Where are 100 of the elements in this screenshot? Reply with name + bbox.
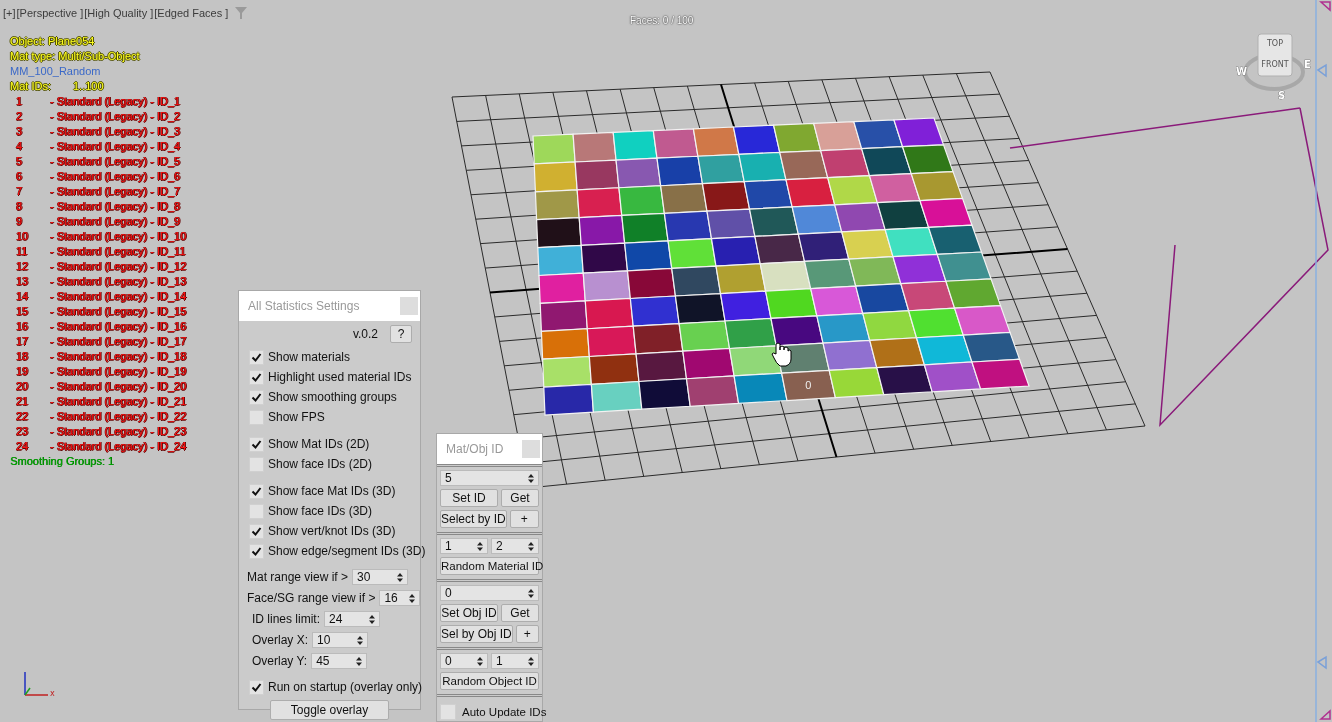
checkbox[interactable] bbox=[249, 543, 264, 559]
checkbox[interactable] bbox=[249, 483, 264, 499]
material-type-text: Mat type: Multi/Sub-Object bbox=[10, 49, 141, 64]
checkbox-label[interactable]: Show materials bbox=[268, 350, 351, 364]
viewport-menu-label[interactable]: [High Quality ] bbox=[84, 7, 154, 19]
viewport-menu-label[interactable]: [+] bbox=[3, 7, 16, 19]
spinner-field[interactable]: 2 bbox=[491, 538, 539, 554]
spinner-field[interactable]: 16 bbox=[379, 589, 420, 606]
material-id-text: - Standard (Legacy) - ID_22 bbox=[50, 409, 187, 424]
checkbox[interactable] bbox=[249, 523, 264, 539]
material-id-number: 7 bbox=[15, 184, 24, 199]
spinner-arrows-icon[interactable] bbox=[477, 542, 483, 551]
spinner-arrows-icon[interactable] bbox=[369, 614, 375, 624]
set-id-button[interactable]: Set Obj ID bbox=[440, 604, 498, 622]
spinner-arrows-icon[interactable] bbox=[397, 572, 404, 582]
spinner-label: Face/SG range view if > bbox=[247, 590, 376, 605]
material-id-number: 23 bbox=[15, 424, 30, 439]
material-id-number: 21 bbox=[15, 394, 30, 409]
select-by-id-button[interactable]: Select by ID bbox=[440, 510, 507, 528]
triangle-marker-icon bbox=[1316, 655, 1327, 670]
checkbox[interactable] bbox=[249, 679, 264, 695]
spinner-field[interactable]: 0 bbox=[440, 653, 488, 669]
material-id-text: - Standard (Legacy) - ID_3 bbox=[50, 124, 181, 139]
checkbox-label[interactable]: Show edge/segment IDs (3D) bbox=[268, 544, 426, 558]
material-id-number: 13 bbox=[15, 274, 30, 289]
compass-label: W bbox=[1236, 66, 1248, 77]
checkbox-label[interactable]: Show face IDs (3D) bbox=[268, 504, 373, 518]
spinner-field[interactable]: 10 bbox=[312, 631, 368, 648]
viewport-menu-label[interactable]: [Edged Faces ] bbox=[154, 7, 229, 19]
spinner-field[interactable]: 45 bbox=[311, 652, 368, 669]
compass-label: E bbox=[1304, 59, 1311, 70]
material-id-number: 2 bbox=[15, 109, 24, 124]
spinner-field[interactable]: 30 bbox=[352, 568, 409, 585]
add-button[interactable]: + bbox=[509, 510, 539, 528]
checkbox-label[interactable]: Run on startup (overlay only) bbox=[268, 680, 423, 694]
random-id-button[interactable]: Random Object ID bbox=[440, 672, 539, 690]
material-id-number: 3 bbox=[15, 124, 24, 139]
checkbox[interactable] bbox=[249, 389, 264, 405]
triangle-marker-icon bbox=[1319, 1, 1331, 12]
spinner-label: Mat range view if > bbox=[247, 569, 349, 584]
material-id-number: 19 bbox=[15, 364, 30, 379]
material-id-text: - Standard (Legacy) - ID_11 bbox=[50, 244, 186, 259]
spinner-field[interactable]: 24 bbox=[324, 610, 380, 627]
checkbox-label[interactable]: Show Mat IDs (2D) bbox=[268, 437, 370, 451]
spinner-field[interactable]: 0 bbox=[440, 585, 539, 601]
set-id-button[interactable]: Set ID bbox=[440, 489, 498, 507]
checkbox[interactable] bbox=[249, 456, 264, 472]
viewport-menu-label[interactable]: [Perspective ] bbox=[16, 7, 84, 19]
checkbox-label[interactable]: Show smoothing groups bbox=[268, 390, 397, 404]
spinner-field[interactable]: 1 bbox=[491, 653, 539, 669]
spinner-field[interactable]: 5 bbox=[440, 470, 539, 486]
checkbox[interactable] bbox=[249, 369, 264, 385]
compass-label: S bbox=[1278, 90, 1286, 101]
checkbox-label[interactable]: Show face IDs (2D) bbox=[268, 457, 373, 471]
material-id-text: - Standard (Legacy) - ID_5 bbox=[50, 154, 181, 169]
checkbox[interactable] bbox=[249, 409, 264, 425]
material-id-text: - Standard (Legacy) - ID_13 bbox=[50, 274, 187, 289]
material-id-text: - Standard (Legacy) - ID_18 bbox=[50, 349, 187, 364]
checkbox[interactable] bbox=[249, 436, 264, 452]
toggle-overlay-button[interactable]: Toggle overlay bbox=[270, 700, 389, 720]
material-id-text: - Standard (Legacy) - ID_7 bbox=[50, 184, 181, 199]
spinner-arrows-icon[interactable] bbox=[477, 657, 483, 666]
spinner-arrows-icon[interactable] bbox=[357, 635, 363, 645]
checkbox[interactable] bbox=[440, 704, 456, 720]
checkbox-label[interactable]: Show FPS bbox=[268, 410, 325, 424]
spinner-arrows-icon[interactable] bbox=[409, 593, 415, 603]
checkbox-label[interactable]: Highlight used material IDs bbox=[268, 370, 412, 384]
material-id-number: 18 bbox=[15, 349, 30, 364]
add-button[interactable]: + bbox=[515, 625, 539, 643]
material-id-text: - Standard (Legacy) - ID_23 bbox=[50, 424, 187, 439]
spinner-arrows-icon[interactable] bbox=[528, 542, 534, 551]
material-id-number: 9 bbox=[15, 214, 24, 229]
viewcube-label[interactable]: FRONT bbox=[1261, 60, 1289, 69]
help-button[interactable]: ? bbox=[390, 325, 412, 343]
material-id-number: 15 bbox=[15, 304, 30, 319]
checkbox-label[interactable]: Show face Mat IDs (3D) bbox=[268, 484, 396, 498]
viewcube[interactable] bbox=[1257, 33, 1293, 77]
spinner-arrows-icon[interactable] bbox=[528, 474, 534, 483]
spinner-field[interactable]: 1 bbox=[440, 538, 488, 554]
material-id-number: 1 bbox=[15, 94, 24, 109]
material-id-text: - Standard (Legacy) - ID_19 bbox=[50, 364, 187, 379]
spinner-arrows-icon[interactable] bbox=[528, 657, 534, 666]
spinner-arrows-icon[interactable] bbox=[356, 656, 363, 666]
panel-title: All Statistics Settings bbox=[248, 299, 360, 313]
material-id-number: 14 bbox=[15, 289, 30, 304]
spinner-arrows-icon[interactable] bbox=[528, 589, 534, 598]
material-id-text: - Standard (Legacy) - ID_17 bbox=[50, 334, 187, 349]
get-button[interactable]: Get bbox=[501, 489, 539, 507]
checkbox-label[interactable]: Auto Update IDs bbox=[462, 706, 547, 718]
get-button[interactable]: Get bbox=[501, 604, 539, 622]
axis-tripod-icon bbox=[24, 671, 49, 696]
checkbox[interactable] bbox=[249, 503, 264, 519]
select-by-id-button[interactable]: Sel by Obj ID bbox=[440, 625, 513, 643]
checkbox[interactable] bbox=[249, 349, 264, 365]
material-id-text: - Standard (Legacy) - ID_16 bbox=[50, 319, 187, 334]
checkbox-label[interactable]: Show vert/knot IDs (3D) bbox=[268, 524, 396, 538]
material-id-number: 8 bbox=[15, 199, 24, 214]
mat-ids-range: 1..100 bbox=[73, 79, 104, 94]
material-id-text: - Standard (Legacy) - ID_8 bbox=[50, 199, 181, 214]
viewcube-label[interactable]: TOP bbox=[1267, 39, 1283, 48]
